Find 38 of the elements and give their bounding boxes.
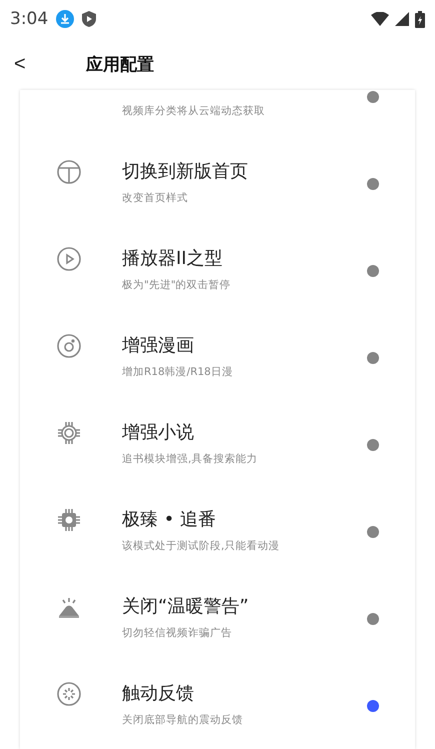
setting-title: 增强漫画: [122, 334, 195, 358]
toggle-dot[interactable]: [367, 700, 379, 712]
shield-icon: [82, 11, 96, 27]
setting-description: 关闭底部导航的震动反馈: [122, 713, 244, 728]
page-title: 应用配置: [86, 54, 154, 76]
setting-title: 播放器II之型: [122, 247, 224, 271]
signal-icon: [395, 12, 409, 26]
toggle-dot[interactable]: [367, 265, 379, 277]
battery-icon: [415, 10, 425, 28]
wifi-icon: [371, 12, 389, 26]
toggle-dot[interactable]: [367, 352, 379, 364]
loading-icon: [57, 682, 81, 706]
setting-description: 切勿轻信视频诈骗广告: [122, 626, 233, 641]
setting-title: 关闭“温暖警告”: [122, 595, 250, 619]
setting-title: 极臻 • 追番: [122, 508, 218, 532]
toggle-dot[interactable]: [367, 526, 379, 538]
back-button[interactable]: <: [14, 52, 54, 76]
setting-description: 极为"先进"的双击暂停: [122, 278, 232, 293]
setting-description: 该模式处于测试阶段,只能看动漫: [122, 539, 280, 554]
setting-description: 追书模块增强,具备搜索能力: [122, 452, 258, 467]
lens-icon: [57, 334, 81, 358]
toggle-dot[interactable]: [367, 439, 379, 451]
setting-title: 触动反馈: [122, 682, 195, 706]
setting-title: 切换到新版首页: [122, 160, 249, 184]
chip-icon: [57, 421, 81, 445]
status-time: 3:04: [10, 9, 48, 29]
setting-description: 增加R18韩漫/R18日漫: [122, 365, 234, 380]
setting-description: 视频库分类将从云端动态获取: [122, 104, 266, 119]
toggle-dot[interactable]: [367, 91, 379, 103]
setting-title: 增强小说: [122, 421, 195, 445]
chip-icon: [57, 508, 81, 532]
circle-t-icon: [57, 160, 81, 184]
toggle-dot[interactable]: [367, 178, 379, 190]
play-icon: [57, 247, 81, 271]
setting-description: 改变首页样式: [122, 191, 189, 206]
sunrise-icon: [57, 595, 81, 619]
download-icon: [56, 10, 74, 28]
toggle-dot[interactable]: [367, 613, 379, 625]
